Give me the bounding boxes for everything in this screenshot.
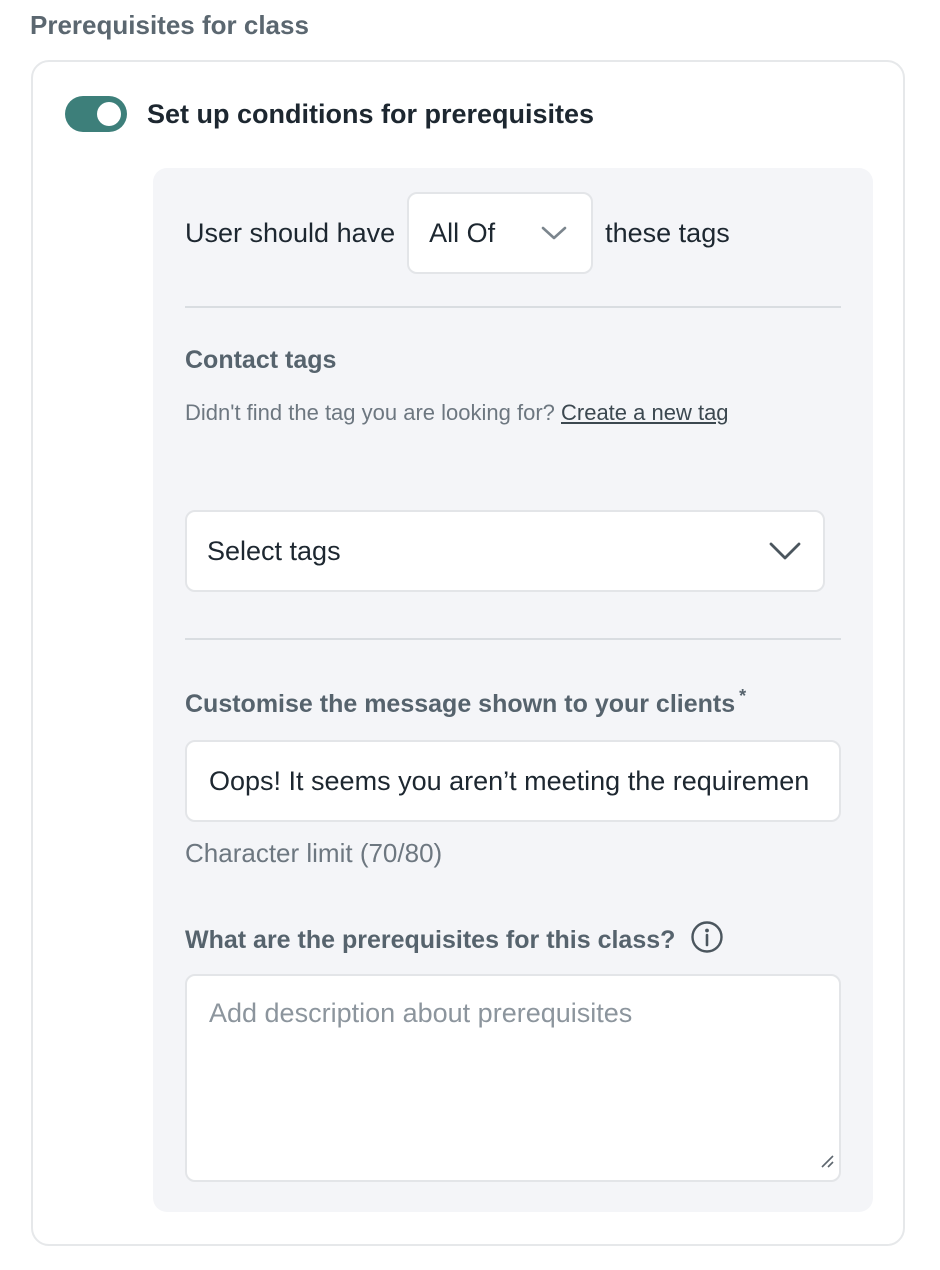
toggle-knob xyxy=(97,102,121,126)
match-type-select[interactable]: All Of xyxy=(407,192,594,274)
tags-select-placeholder: Select tags xyxy=(207,535,341,566)
hint-text: Didn't find the tag you are looking for? xyxy=(185,400,555,425)
prerequisites-title: What are the prerequisites for this clas… xyxy=(185,920,724,961)
required-mark: * xyxy=(739,686,747,706)
prerequisites-toggle[interactable] xyxy=(65,96,127,132)
condition-suffix: these tags xyxy=(605,217,730,248)
divider xyxy=(185,638,841,640)
toggle-row: Set up conditions for prerequisites xyxy=(65,96,594,132)
divider xyxy=(185,306,841,308)
prerequisites-title-text: What are the prerequisites for this clas… xyxy=(185,926,676,954)
prerequisites-card: Set up conditions for prerequisites User… xyxy=(31,60,905,1246)
chevron-down-icon xyxy=(769,541,801,561)
prerequisites-textarea[interactable]: Add description about prerequisites xyxy=(185,974,841,1182)
tags-select[interactable]: Select tags xyxy=(185,510,825,592)
match-type-value: All Of xyxy=(429,217,496,248)
section-title: Prerequisites for class xyxy=(30,10,309,40)
contact-tags-hint: Didn't find the tag you are looking for?… xyxy=(185,400,729,426)
message-title: Customise the message shown to your clie… xyxy=(185,686,746,719)
create-tag-link[interactable]: Create a new tag xyxy=(561,400,729,425)
chevron-down-icon xyxy=(541,225,567,241)
condition-row: User should have All Of these tags xyxy=(185,192,730,274)
conditions-panel: User should have All Of these tags Conta… xyxy=(153,168,873,1212)
condition-prefix: User should have xyxy=(185,217,396,248)
contact-tags-title: Contact tags xyxy=(185,346,337,374)
prerequisites-placeholder: Add description about prerequisites xyxy=(209,998,633,1028)
toggle-label: Set up conditions for prerequisites xyxy=(147,98,595,129)
character-limit: Character limit (70/80) xyxy=(185,838,443,868)
message-input-value: Oops! It seems you aren’t meeting the re… xyxy=(209,765,810,796)
message-input[interactable]: Oops! It seems you aren’t meeting the re… xyxy=(185,740,841,822)
message-title-text: Customise the message shown to your clie… xyxy=(185,690,736,718)
resize-handle-icon[interactable] xyxy=(819,1145,835,1176)
info-icon[interactable] xyxy=(690,920,724,961)
